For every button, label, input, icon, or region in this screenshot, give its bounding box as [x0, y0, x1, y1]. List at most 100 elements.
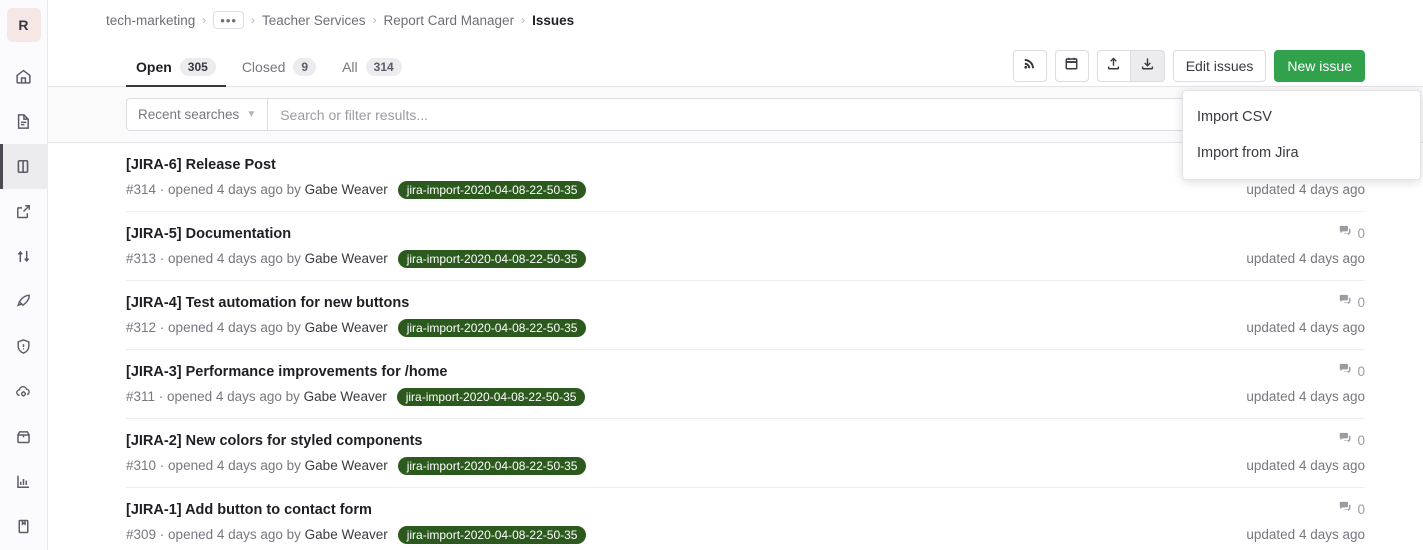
- issue-updated-text: updated 4 days ago: [1246, 389, 1365, 404]
- sidebar-item-repository[interactable]: [0, 99, 48, 144]
- issue-row[interactable]: [JIRA-5] Documentation #313 · opened 4 d…: [126, 212, 1365, 281]
- rss-icon: [1022, 56, 1037, 76]
- issue-title-link[interactable]: [JIRA-1] Add button to contact form: [126, 500, 1230, 520]
- issue-meta-separator: ·: [156, 182, 169, 197]
- issue-comment-count[interactable]: 0: [1338, 293, 1365, 313]
- issue-title-link[interactable]: [JIRA-5] Documentation: [126, 224, 1230, 244]
- breadcrumb-item-group[interactable]: tech-marketing: [106, 13, 195, 28]
- issue-opened-text: opened 4 days ago by: [168, 458, 301, 473]
- issue-meta-separator: ·: [156, 458, 169, 473]
- project-sidebar: R: [0, 0, 48, 550]
- chevron-down-icon: ▼: [246, 109, 257, 120]
- comment-count-value: 0: [1357, 295, 1365, 310]
- issue-author[interactable]: Gabe Weaver: [305, 180, 388, 200]
- comment-count-value: 0: [1357, 502, 1365, 517]
- sidebar-item-analytics[interactable]: [0, 459, 48, 504]
- new-issue-button[interactable]: New issue: [1274, 50, 1365, 82]
- breadcrumb-item-project[interactable]: Report Card Manager: [384, 13, 515, 28]
- issue-title-link[interactable]: [JIRA-3] Performance improvements for /h…: [126, 362, 1230, 382]
- book-icon: [15, 518, 32, 535]
- issue-opened-text: opened 4 days ago by: [168, 251, 301, 266]
- edit-issues-button[interactable]: Edit issues: [1172, 50, 1267, 82]
- sidebar-item-external-wiki[interactable]: [0, 189, 48, 234]
- merge-request-icon: [15, 248, 32, 265]
- breadcrumb: tech-marketing › ••• › Teacher Services …: [48, 0, 1423, 40]
- issue-comment-count[interactable]: 0: [1338, 500, 1365, 520]
- issue-author[interactable]: Gabe Weaver: [305, 456, 388, 476]
- breadcrumb-ellipsis-button[interactable]: •••: [213, 11, 244, 29]
- issue-main: [JIRA-3] Performance improvements for /h…: [126, 362, 1230, 407]
- issue-label-badge[interactable]: jira-import-2020-04-08-22-50-35: [397, 181, 587, 199]
- issue-comment-count[interactable]: 0: [1338, 362, 1365, 382]
- issues-toolbar: Edit issues New issue: [1012, 50, 1365, 82]
- menu-item-import-csv[interactable]: Import CSV: [1183, 99, 1420, 135]
- calendar-feed-button[interactable]: [1054, 50, 1089, 82]
- issue-author[interactable]: Gabe Weaver: [305, 249, 388, 269]
- import-dropdown-menu: Import CSV Import from Jira: [1182, 90, 1421, 180]
- issue-id: #311: [126, 389, 156, 404]
- issue-row[interactable]: [JIRA-6] Release Post #314 · opened 4 da…: [126, 143, 1365, 212]
- sidebar-item-issues[interactable]: [0, 144, 48, 189]
- sidebar-item-ci-cd[interactable]: [0, 279, 48, 324]
- issue-id: #313: [126, 251, 157, 266]
- issue-author[interactable]: Gabe Weaver: [305, 318, 388, 338]
- sidebar-item-merge-requests[interactable]: [0, 234, 48, 279]
- breadcrumb-item-subgroup[interactable]: Teacher Services: [262, 13, 366, 28]
- app-root: R tech-marketing › ••• › Teacher Service…: [0, 0, 1423, 550]
- issue-row[interactable]: [JIRA-4] Test automation for new buttons…: [126, 281, 1365, 350]
- issue-opened-text: opened 4 days ago by: [168, 527, 301, 542]
- issue-title-link[interactable]: [JIRA-2] New colors for styled component…: [126, 431, 1230, 451]
- issue-label-badge[interactable]: jira-import-2020-04-08-22-50-35: [396, 388, 586, 406]
- issue-meta: #310 · opened 4 days ago by Gabe Weaver …: [126, 456, 1230, 476]
- breadcrumb-separator: ›: [372, 13, 377, 27]
- issue-author[interactable]: Gabe Weaver: [304, 387, 387, 407]
- issue-author[interactable]: Gabe Weaver: [305, 525, 388, 545]
- issue-id: #310: [126, 458, 157, 473]
- comment-count-value: 0: [1357, 433, 1365, 448]
- issues-list: [JIRA-6] Release Post #314 · opened 4 da…: [48, 143, 1423, 550]
- issue-row[interactable]: [JIRA-1] Add button to contact form #309…: [126, 488, 1365, 550]
- sidebar-item-home[interactable]: [0, 54, 48, 99]
- issue-label-badge[interactable]: jira-import-2020-04-08-22-50-35: [397, 526, 587, 544]
- issue-row[interactable]: [JIRA-2] New colors for styled component…: [126, 419, 1365, 488]
- issue-side-meta: 0 updated 4 days ago: [1230, 431, 1365, 476]
- issue-id: #309: [126, 527, 157, 542]
- sidebar-item-security[interactable]: [0, 324, 48, 369]
- search-filter-container: Recent searches ▼: [126, 98, 1365, 131]
- breadcrumb-separator: ›: [250, 13, 255, 27]
- tab-open-label: Open: [136, 59, 172, 75]
- issue-meta-separator: ·: [156, 251, 169, 266]
- issue-label-badge[interactable]: jira-import-2020-04-08-22-50-35: [397, 457, 587, 475]
- tab-closed[interactable]: Closed 9: [232, 48, 326, 86]
- issue-comment-count[interactable]: 0: [1338, 224, 1365, 244]
- issue-main: [JIRA-6] Release Post #314 · opened 4 da…: [126, 155, 1230, 200]
- export-csv-button[interactable]: [1096, 50, 1131, 82]
- tab-all-count: 314: [365, 58, 402, 76]
- issue-title-link[interactable]: [JIRA-6] Release Post: [126, 155, 1230, 175]
- issue-label-badge[interactable]: jira-import-2020-04-08-22-50-35: [397, 319, 587, 337]
- issue-row[interactable]: [JIRA-3] Performance improvements for /h…: [126, 350, 1365, 419]
- sidebar-item-wiki[interactable]: [0, 504, 48, 549]
- sidebar-item-packages[interactable]: [0, 414, 48, 459]
- external-link-icon: [15, 203, 32, 220]
- issue-updated-text: updated 4 days ago: [1246, 251, 1365, 266]
- comment-icon: [1338, 362, 1352, 382]
- issue-updated-text: updated 4 days ago: [1246, 458, 1365, 473]
- issue-updated-text: updated 4 days ago: [1246, 320, 1365, 335]
- sidebar-item-deployments[interactable]: [0, 369, 48, 414]
- issue-comment-count[interactable]: 0: [1338, 431, 1365, 451]
- tab-all[interactable]: All 314: [332, 48, 412, 86]
- menu-item-import-from-jira[interactable]: Import from Jira: [1183, 135, 1420, 171]
- issue-meta: #313 · opened 4 days ago by Gabe Weaver …: [126, 249, 1230, 269]
- import-issues-button[interactable]: [1130, 50, 1165, 82]
- issue-title-link[interactable]: [JIRA-4] Test automation for new buttons: [126, 293, 1230, 313]
- chart-icon: [15, 473, 32, 490]
- issues-icon: [15, 158, 32, 175]
- project-avatar[interactable]: R: [6, 8, 41, 42]
- tab-open[interactable]: Open 305: [126, 48, 226, 87]
- rss-feed-button[interactable]: [1012, 50, 1047, 82]
- issue-label-badge[interactable]: jira-import-2020-04-08-22-50-35: [397, 250, 587, 268]
- issue-meta: #312 · opened 4 days ago by Gabe Weaver …: [126, 318, 1230, 338]
- recent-searches-dropdown[interactable]: Recent searches ▼: [127, 99, 269, 130]
- issue-main: [JIRA-2] New colors for styled component…: [126, 431, 1230, 476]
